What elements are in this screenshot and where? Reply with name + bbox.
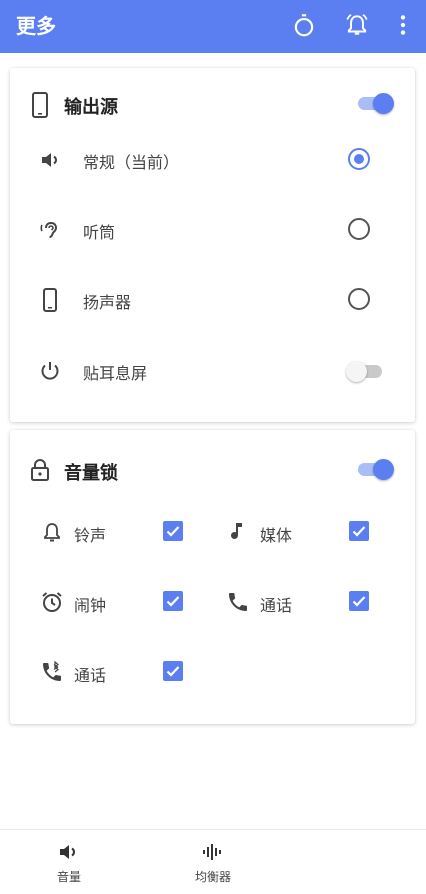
bell-icon — [40, 520, 64, 544]
output-option-ear-screen-off[interactable]: 贴耳息屏 — [10, 349, 415, 393]
output-option-speaker[interactable]: 扬声器 — [10, 278, 415, 322]
output-source-title: 输出源 — [64, 97, 118, 118]
app-bar: 更多 — [0, 0, 426, 53]
more-vert-icon[interactable] — [390, 12, 416, 38]
nav-item-label: 均衡器 — [194, 870, 231, 884]
lock-item-alarm[interactable]: 闹钟 — [40, 582, 230, 622]
speaker-icon — [38, 148, 62, 172]
lock-icon — [28, 458, 52, 484]
lock-item-label: 通话 — [74, 666, 107, 685]
lock-item-call[interactable]: 通话 — [226, 582, 416, 622]
output-option-normal[interactable]: 常规（当前） — [10, 138, 415, 182]
checkbox-ringtone[interactable] — [163, 521, 183, 541]
checkbox-bluetooth-call[interactable] — [163, 661, 183, 681]
output-option-earpiece[interactable]: 听筒 — [10, 208, 415, 252]
lock-item-label: 媒体 — [260, 526, 293, 545]
lock-item-label: 通话 — [260, 596, 293, 615]
phone-icon — [38, 288, 62, 312]
page-title: 更多 — [16, 14, 56, 38]
lock-item-bluetooth-call[interactable]: 通话 — [40, 652, 230, 692]
output-option-label: 扬声器 — [83, 293, 132, 312]
checkbox-call[interactable] — [349, 591, 369, 611]
volume-icon — [57, 840, 81, 864]
volume-lock-header: 音量锁 — [10, 448, 415, 488]
volume-lock-card: 音量锁 铃声 媒体 闹钟 通话 通话 — [10, 430, 415, 724]
volume-lock-title: 音量锁 — [64, 463, 118, 484]
phone-icon — [28, 92, 52, 118]
ear-icon — [38, 218, 62, 242]
output-option-label: 贴耳息屏 — [83, 364, 148, 383]
alarm-bell-icon[interactable] — [344, 12, 370, 38]
volume-lock-toggle[interactable] — [358, 458, 394, 480]
bottom-nav: 音量 均衡器 — [0, 829, 426, 894]
bluetooth-call-icon — [40, 660, 64, 684]
equalizer-icon — [201, 840, 225, 864]
checkbox-media[interactable] — [349, 521, 369, 541]
radio-speaker[interactable] — [348, 288, 370, 310]
output-option-label: 常规（当前） — [83, 153, 180, 172]
alarm-clock-icon — [40, 590, 64, 614]
output-source-toggle[interactable] — [358, 92, 394, 114]
nav-item-label: 音量 — [56, 870, 81, 884]
checkbox-alarm[interactable] — [163, 591, 183, 611]
radio-normal[interactable] — [348, 148, 370, 170]
music-note-icon — [226, 520, 250, 544]
lock-item-label: 铃声 — [74, 526, 107, 545]
output-option-label: 听筒 — [83, 223, 116, 242]
ear-screen-off-toggle[interactable] — [346, 360, 384, 382]
lock-item-ringtone[interactable]: 铃声 — [40, 512, 230, 552]
lock-item-label: 闹钟 — [74, 596, 107, 615]
radio-earpiece[interactable] — [348, 218, 370, 240]
lock-item-media[interactable]: 媒体 — [226, 512, 416, 552]
timer-icon[interactable] — [291, 12, 317, 38]
call-icon — [226, 590, 250, 614]
power-icon — [38, 359, 62, 383]
output-source-card: 输出源 常规（当前） 听筒 扬声器 贴耳息屏 — [10, 68, 415, 422]
nav-item-volume[interactable]: 音量 — [29, 840, 109, 890]
output-source-header: 输出源 — [10, 84, 415, 124]
nav-item-equalizer[interactable]: 均衡器 — [173, 840, 253, 890]
